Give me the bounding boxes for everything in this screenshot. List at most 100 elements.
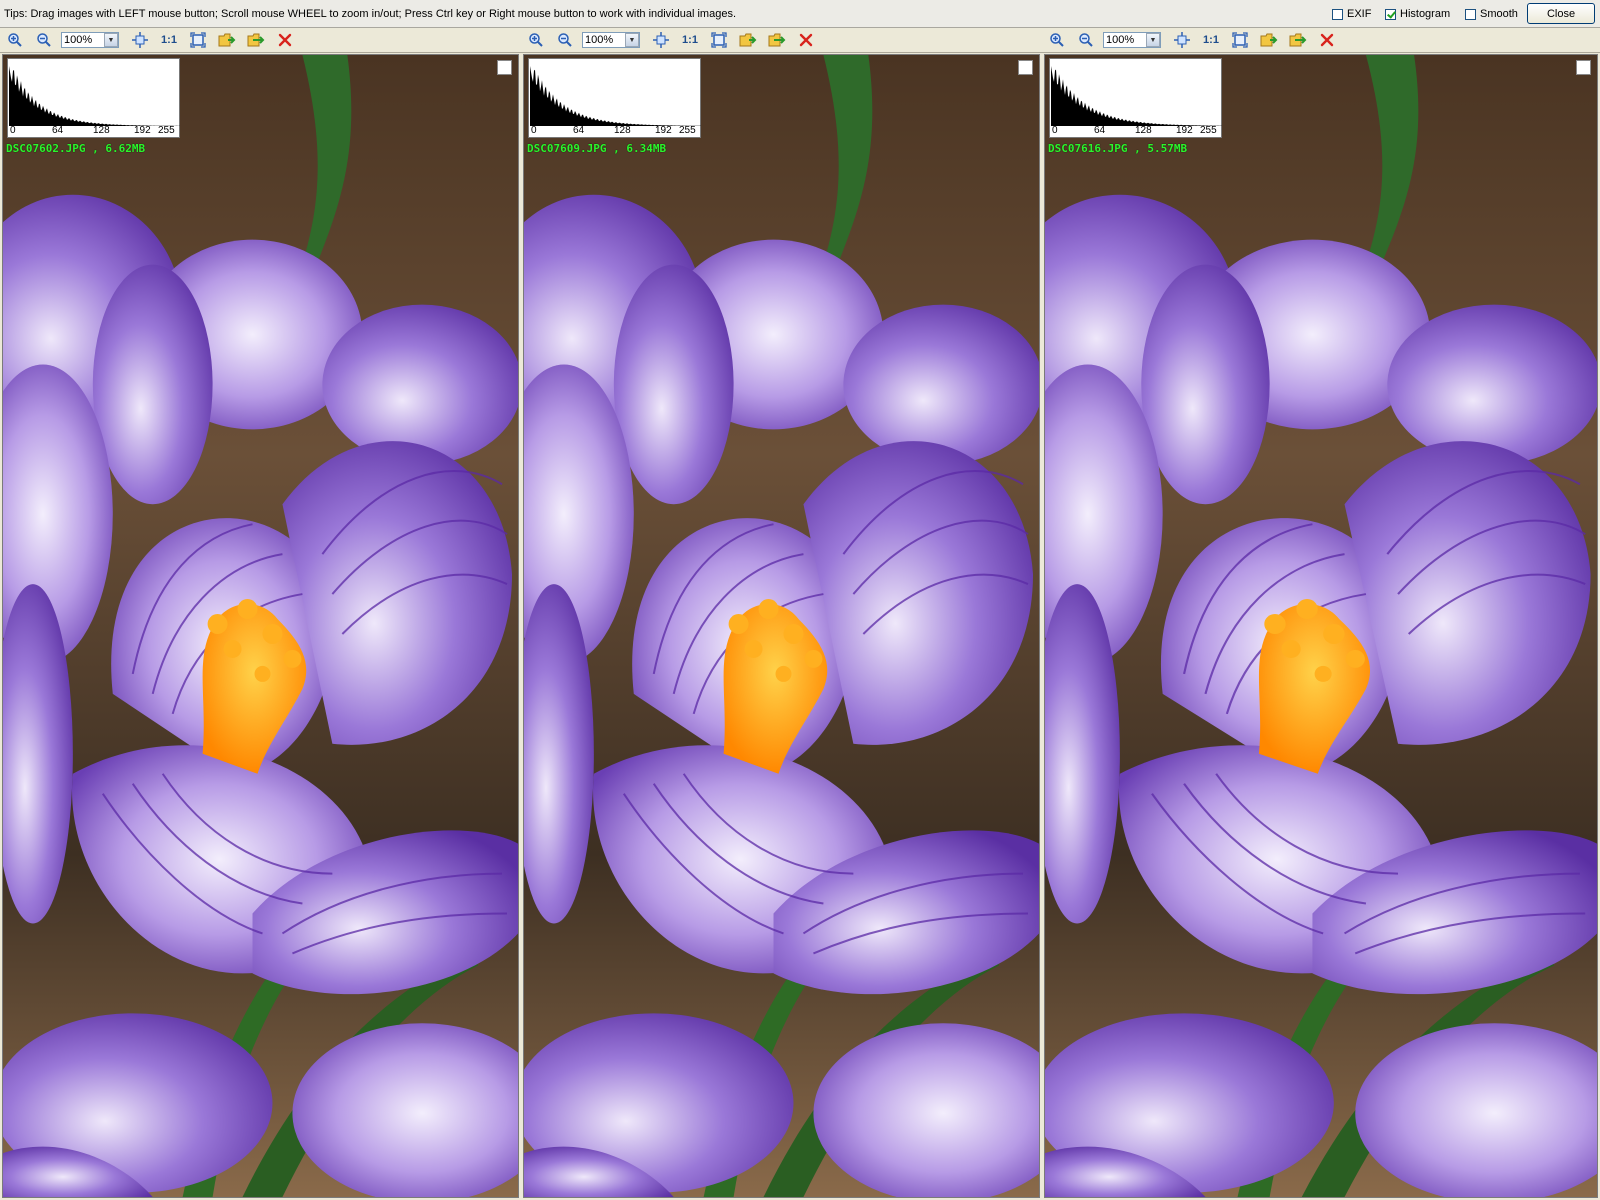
fullscreen-icon bbox=[1232, 32, 1248, 48]
fullscreen-button[interactable] bbox=[1229, 30, 1251, 50]
export-button[interactable] bbox=[766, 30, 788, 50]
crocus-photo[interactable] bbox=[3, 55, 518, 1197]
histogram-tick: 128 bbox=[93, 125, 110, 136]
zoom-value: 100% bbox=[585, 34, 614, 46]
chevron-down-icon[interactable]: ▼ bbox=[625, 33, 639, 47]
exif-option[interactable]: EXIF bbox=[1332, 8, 1371, 20]
crocus-photo[interactable] bbox=[524, 55, 1039, 1197]
actual-size-button[interactable]: 1:1 bbox=[679, 34, 701, 46]
fit-button[interactable] bbox=[1171, 30, 1193, 50]
open-button[interactable] bbox=[216, 30, 238, 50]
zoom-value: 100% bbox=[1106, 34, 1135, 46]
export-icon bbox=[247, 33, 265, 47]
zoom-out-button[interactable] bbox=[33, 30, 55, 50]
file-info: DSC07616.JPG , 5.57MB bbox=[1048, 142, 1188, 155]
histogram-checkbox[interactable] bbox=[1385, 8, 1396, 20]
histogram-tick: 64 bbox=[1094, 125, 1106, 136]
histogram-option[interactable]: Histogram bbox=[1385, 8, 1450, 20]
zoom-dropdown[interactable]: 100% ▼ bbox=[582, 32, 640, 48]
remove-icon bbox=[799, 33, 813, 47]
histogram-axis: 0 64 128 192 255 bbox=[1050, 125, 1221, 137]
actual-size-button[interactable]: 1:1 bbox=[1200, 34, 1222, 46]
open-button[interactable] bbox=[737, 30, 759, 50]
smooth-label: Smooth bbox=[1480, 8, 1518, 20]
histogram-tick: 192 bbox=[1176, 125, 1193, 136]
pane-toolbar: 100% ▼ 1:1 bbox=[521, 28, 1042, 53]
histogram-tick: 255 bbox=[1200, 125, 1217, 136]
histogram-tick: 128 bbox=[614, 125, 631, 136]
file-name: DSC07602.JPG bbox=[6, 142, 86, 155]
actual-size-button[interactable]: 1:1 bbox=[158, 34, 180, 46]
fit-button[interactable] bbox=[129, 30, 151, 50]
histogram-label: Histogram bbox=[1400, 8, 1451, 20]
select-checkbox[interactable] bbox=[1018, 60, 1033, 75]
histogram-tick: 255 bbox=[158, 125, 175, 136]
exif-checkbox[interactable] bbox=[1332, 8, 1343, 20]
zoom-dropdown[interactable]: 100% ▼ bbox=[1103, 32, 1161, 48]
export-button[interactable] bbox=[1287, 30, 1309, 50]
image-viewport[interactable]: 0 64 128 192 255 DSC07602.JPG , 6.62MB bbox=[2, 54, 519, 1198]
histogram-axis: 0 64 128 192 255 bbox=[529, 125, 700, 137]
zoom-in-button[interactable] bbox=[525, 30, 547, 50]
remove-button[interactable] bbox=[795, 30, 817, 50]
zoom-out-icon bbox=[1079, 33, 1093, 47]
export-icon bbox=[1289, 33, 1307, 47]
remove-icon bbox=[1320, 33, 1334, 47]
histogram-graph bbox=[1051, 66, 1222, 126]
remove-icon bbox=[278, 33, 292, 47]
zoom-out-button[interactable] bbox=[554, 30, 576, 50]
export-icon bbox=[768, 33, 786, 47]
file-name: DSC07609.JPG bbox=[527, 142, 607, 155]
zoom-in-icon bbox=[8, 33, 22, 47]
chevron-down-icon[interactable]: ▼ bbox=[104, 33, 118, 47]
histogram-axis: 0 64 128 192 255 bbox=[8, 125, 179, 137]
zoom-value: 100% bbox=[64, 34, 93, 46]
file-size: 6.34MB bbox=[626, 142, 667, 155]
remove-button[interactable] bbox=[1316, 30, 1338, 50]
histogram-graph bbox=[9, 66, 180, 126]
histogram-graph bbox=[530, 66, 701, 126]
fullscreen-button[interactable] bbox=[187, 30, 209, 50]
file-name: DSC07616.JPG bbox=[1048, 142, 1128, 155]
open-icon bbox=[739, 33, 757, 47]
fit-icon bbox=[653, 32, 669, 48]
file-size: 5.57MB bbox=[1147, 142, 1188, 155]
fullscreen-icon bbox=[711, 32, 727, 48]
close-button[interactable]: Close bbox=[1527, 3, 1595, 24]
zoom-in-button[interactable] bbox=[4, 30, 26, 50]
open-button[interactable] bbox=[1258, 30, 1280, 50]
histogram: 0 64 128 192 255 bbox=[7, 58, 180, 138]
histogram-tick: 128 bbox=[1135, 125, 1152, 136]
export-button[interactable] bbox=[245, 30, 267, 50]
image-pane: 100% ▼ 1:1 bbox=[521, 28, 1042, 1200]
file-info: DSC07602.JPG , 6.62MB bbox=[6, 142, 146, 155]
smooth-option[interactable]: Smooth bbox=[1465, 8, 1518, 20]
histogram-tick: 255 bbox=[679, 125, 696, 136]
fit-icon bbox=[1174, 32, 1190, 48]
tips-text: Tips: Drag images with LEFT mouse button… bbox=[4, 8, 736, 20]
open-icon bbox=[218, 33, 236, 47]
histogram-tick: 0 bbox=[10, 125, 16, 136]
zoom-out-button[interactable] bbox=[1075, 30, 1097, 50]
chevron-down-icon[interactable]: ▼ bbox=[1146, 33, 1160, 47]
fullscreen-icon bbox=[190, 32, 206, 48]
select-checkbox[interactable] bbox=[497, 60, 512, 75]
histogram-tick: 0 bbox=[531, 125, 537, 136]
zoom-in-button[interactable] bbox=[1046, 30, 1068, 50]
select-checkbox[interactable] bbox=[1576, 60, 1591, 75]
crocus-photo[interactable] bbox=[1045, 55, 1597, 1197]
file-info: DSC07609.JPG , 6.34MB bbox=[527, 142, 667, 155]
zoom-dropdown[interactable]: 100% ▼ bbox=[61, 32, 119, 48]
fit-icon bbox=[132, 32, 148, 48]
zoom-out-icon bbox=[37, 33, 51, 47]
fullscreen-button[interactable] bbox=[708, 30, 730, 50]
smooth-checkbox[interactable] bbox=[1465, 8, 1476, 20]
zoom-in-icon bbox=[1050, 33, 1064, 47]
zoom-in-icon bbox=[529, 33, 543, 47]
remove-button[interactable] bbox=[274, 30, 296, 50]
image-viewport[interactable]: 0 64 128 192 255 DSC07609.JPG , 6.34MB bbox=[523, 54, 1040, 1198]
tips-bar: Tips: Drag images with LEFT mouse button… bbox=[0, 0, 1600, 28]
histogram: 0 64 128 192 255 bbox=[528, 58, 701, 138]
image-viewport[interactable]: 0 64 128 192 255 DSC07616.JPG , 5.57MB bbox=[1044, 54, 1598, 1198]
fit-button[interactable] bbox=[650, 30, 672, 50]
